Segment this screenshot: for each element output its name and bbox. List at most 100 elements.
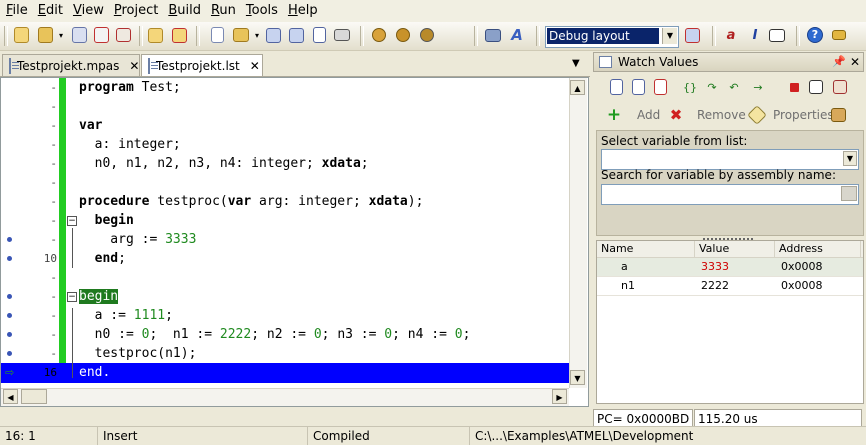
chevron-down-icon[interactable]: ▼ xyxy=(843,151,857,166)
step-over-icon[interactable]: ↷ xyxy=(703,78,721,96)
fold-toggle-icon[interactable]: − xyxy=(67,216,77,226)
code-line[interactable]: - testproc(n1); xyxy=(1,344,569,364)
code-line[interactable]: - program Test; xyxy=(1,78,569,98)
breakpoint-marker-icon[interactable] xyxy=(7,351,12,356)
code-line[interactable]: - n0, n1, n2, n3, n4: integer; xdata; xyxy=(1,154,569,174)
code-line[interactable]: - procedure testproc(var arg: integer; xd… xyxy=(1,192,569,212)
save-file-icon[interactable] xyxy=(264,26,282,44)
breakpoint-marker-icon[interactable] xyxy=(7,294,12,299)
build-options-icon[interactable] xyxy=(418,26,436,44)
code-line[interactable]: - − begin xyxy=(1,287,569,307)
print-icon[interactable] xyxy=(333,26,351,44)
tab-testprojekt-mpas[interactable]: Testprojekt.mpas ✕ xyxy=(2,54,140,76)
ascii-table-icon[interactable]: a xyxy=(722,26,740,44)
properties-icon[interactable] xyxy=(747,105,767,125)
key-icon[interactable] xyxy=(830,26,848,44)
plus-icon[interactable]: + xyxy=(605,105,623,125)
build-all-icon[interactable] xyxy=(394,26,412,44)
code-line[interactable]: - a := 1111; xyxy=(1,306,569,326)
column-address-header[interactable]: Address xyxy=(775,241,861,257)
add-file-icon[interactable] xyxy=(146,26,164,44)
build-icon[interactable] xyxy=(370,26,388,44)
print-project-icon[interactable] xyxy=(114,26,132,44)
code-line[interactable]: 10 end; xyxy=(1,249,569,269)
menu-run[interactable]: Run xyxy=(205,0,240,22)
open-file-icon[interactable] xyxy=(232,26,250,44)
stop-debug-icon[interactable] xyxy=(785,78,803,96)
remove-file-icon[interactable] xyxy=(170,26,188,44)
breakpoint-marker-icon[interactable] xyxy=(7,313,12,318)
code-line[interactable]: - a: integer; xyxy=(1,135,569,155)
save-all-icon[interactable] xyxy=(287,26,305,44)
search-variable-input[interactable] xyxy=(601,184,859,205)
scroll-up-icon[interactable]: ▲ xyxy=(570,80,585,95)
menu-project[interactable]: Project xyxy=(108,0,163,22)
search-button-icon[interactable] xyxy=(841,186,857,201)
step-out-icon[interactable]: ↶ xyxy=(725,78,743,96)
breakpoint-marker-icon[interactable] xyxy=(7,256,12,261)
watch-add-from-list-icon[interactable] xyxy=(607,78,625,96)
code-line[interactable]: - xyxy=(1,268,569,288)
menu-help[interactable]: Help xyxy=(282,0,322,22)
breakpoint-marker-icon[interactable] xyxy=(7,237,12,242)
fold-toggle-icon[interactable]: − xyxy=(67,292,77,302)
layout-settings-icon[interactable] xyxy=(683,26,701,44)
close-icon[interactable]: ✕ xyxy=(250,59,260,73)
new-project-icon[interactable] xyxy=(12,26,30,44)
code-line[interactable]: - arg := 3333 xyxy=(1,230,569,250)
breakpoint-marker-icon[interactable] xyxy=(7,332,12,337)
remove-x-icon[interactable]: ✖ xyxy=(667,106,685,124)
open-project-icon[interactable] xyxy=(36,26,54,44)
run-to-cursor-icon[interactable]: → xyxy=(749,78,767,96)
code-line[interactable]: - var xyxy=(1,116,569,136)
column-name-header[interactable]: Name xyxy=(597,241,695,257)
select-variable-dropdown[interactable]: ▼ xyxy=(601,149,859,170)
code-line[interactable]: 16 ⇨ end. xyxy=(1,363,569,383)
code-line[interactable]: - xyxy=(1,97,569,117)
chevron-down-icon[interactable]: ▼ xyxy=(662,28,677,44)
close-icon[interactable]: ✕ xyxy=(129,59,139,73)
scroll-right-icon[interactable]: ▶ xyxy=(552,389,567,404)
open-file-dropdown-icon[interactable]: ▾ xyxy=(252,26,262,44)
statistics-icon[interactable] xyxy=(768,26,786,44)
help-icon[interactable]: ? xyxy=(806,26,824,44)
watch-delete-icon[interactable] xyxy=(651,78,669,96)
tab-testprojekt-lst[interactable]: Testprojekt.lst ✕ xyxy=(141,54,263,76)
pin-icon[interactable]: 📌 xyxy=(832,53,846,71)
ide-tool-icon[interactable]: I xyxy=(746,26,764,44)
table-row[interactable]: a 3333 0x0008 xyxy=(597,258,863,277)
new-file-icon[interactable] xyxy=(208,26,226,44)
code-line[interactable]: - xyxy=(1,173,569,193)
menu-view[interactable]: View xyxy=(67,0,108,22)
save-project-icon[interactable] xyxy=(70,26,88,44)
tab-list-chevron-down-icon[interactable]: ▼ xyxy=(572,58,580,69)
code-editor[interactable]: - program Test; - - var - a: integer; - n0, n1… xyxy=(0,77,589,407)
horizontal-scrollbar[interactable]: ◀ ▶ xyxy=(1,388,569,406)
properties-button[interactable]: Properties xyxy=(773,108,834,122)
add-watch-button[interactable]: Add xyxy=(637,108,660,122)
watch-add-by-name-icon[interactable] xyxy=(629,78,647,96)
menu-edit[interactable]: Edit xyxy=(32,0,67,22)
layout-select[interactable]: Debug layout ▼ xyxy=(545,26,679,48)
menu-build[interactable]: Build xyxy=(162,0,205,22)
column-value-header[interactable]: Value xyxy=(695,241,775,257)
code-line[interactable]: - − begin xyxy=(1,211,569,231)
toolbar-grip[interactable] xyxy=(4,26,8,46)
open-project-dropdown-icon[interactable]: ▾ xyxy=(56,26,66,44)
step-into-icon[interactable]: {} xyxy=(681,78,699,96)
scroll-down-icon[interactable]: ▼ xyxy=(570,370,585,385)
watch-settings-icon[interactable] xyxy=(831,78,849,96)
close-icon[interactable]: ✕ xyxy=(850,53,860,71)
code-line[interactable]: - n0 := 0; n1 := 2222; n2 := 0; n3 := 0;… xyxy=(1,325,569,345)
scroll-left-icon[interactable]: ◀ xyxy=(3,389,18,404)
remove-watch-button[interactable]: Remove xyxy=(697,108,746,122)
watch-list-icon[interactable] xyxy=(807,78,825,96)
close-project-icon[interactable] xyxy=(92,26,110,44)
package-icon[interactable] xyxy=(829,106,847,124)
print-preview-icon[interactable] xyxy=(310,26,328,44)
menu-file[interactable]: File xyxy=(0,0,32,22)
vertical-scrollbar[interactable]: ▲ ▼ xyxy=(569,78,587,388)
scroll-thumb[interactable] xyxy=(21,389,47,404)
table-row[interactable]: n1 2222 0x0008 xyxy=(597,277,863,296)
font-style-icon[interactable]: A xyxy=(508,26,526,44)
